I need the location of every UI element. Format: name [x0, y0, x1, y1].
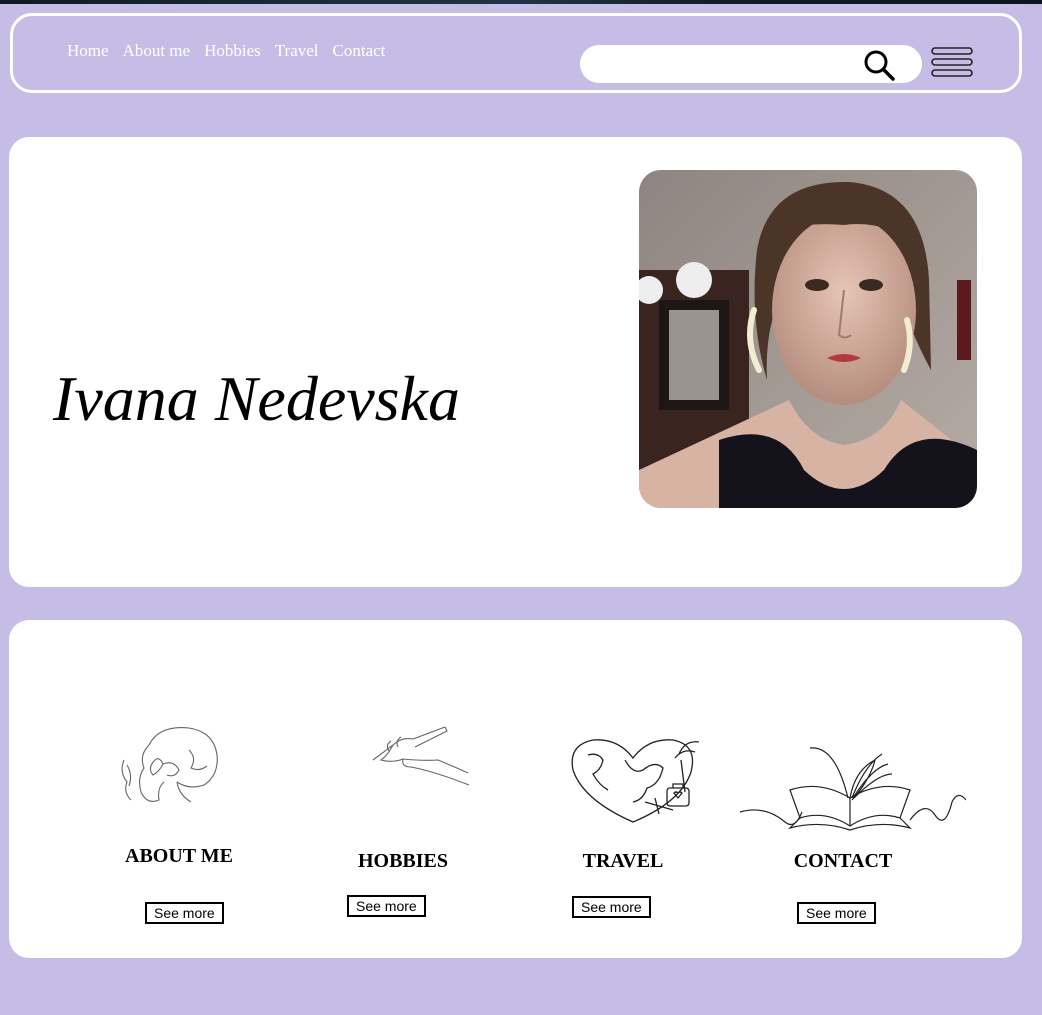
- sections-panel: ABOUT ME See more HOBBIES See more TRAVE…: [9, 620, 1022, 958]
- nav-link-home[interactable]: Home: [67, 41, 109, 61]
- card-title: CONTACT: [793, 850, 893, 872]
- card-contact: CONTACT See more: [723, 620, 966, 958]
- hero-name: Ivana Nedevska: [53, 363, 460, 434]
- travel-see-more-button[interactable]: See more: [572, 896, 651, 918]
- card-about-me: ABOUT ME See more: [59, 620, 299, 958]
- nav-link-travel[interactable]: Travel: [275, 41, 319, 61]
- about-me-see-more-button[interactable]: See more: [145, 902, 224, 924]
- search-icon[interactable]: [862, 48, 896, 82]
- hamburger-menu-icon[interactable]: [931, 47, 973, 77]
- nav-link-contact[interactable]: Contact: [333, 41, 386, 61]
- nav-links: Home About me Hobbies Travel Contact: [67, 41, 399, 61]
- heart-globe-icon: [571, 739, 700, 823]
- hobbies-see-more-button[interactable]: See more: [347, 895, 426, 917]
- card-title: ABOUT ME: [125, 845, 233, 867]
- hero-section: Ivana Nedevska: [9, 137, 1022, 587]
- navbar: Home About me Hobbies Travel Contact: [10, 13, 1022, 93]
- top-strip: [0, 0, 1042, 4]
- open-book-icon: [740, 747, 966, 831]
- profile-photo: [639, 170, 977, 508]
- nav-link-about-me[interactable]: About me: [123, 41, 191, 61]
- hand-writing-icon: [372, 726, 470, 786]
- contact-see-more-button[interactable]: See more: [797, 902, 876, 924]
- card-title: HOBBIES: [357, 850, 449, 872]
- card-travel: TRAVEL See more: [503, 620, 743, 958]
- woman-line-drawing-icon: [121, 727, 218, 803]
- nav-link-hobbies[interactable]: Hobbies: [204, 41, 261, 61]
- search-input[interactable]: [594, 51, 858, 79]
- card-hobbies: HOBBIES See more: [283, 620, 523, 958]
- card-title: TRAVEL: [582, 850, 664, 872]
- search-box: [580, 45, 922, 83]
